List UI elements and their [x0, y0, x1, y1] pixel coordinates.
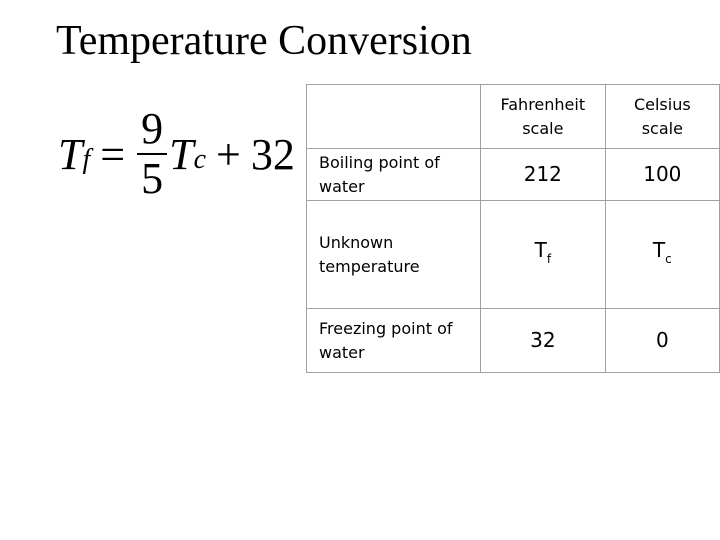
table-row: Freezing point of water 32 0 [306, 308, 720, 373]
conversion-formula: T f = 9 5 T c + 32 [58, 104, 295, 204]
celsius-value: 100 [643, 161, 682, 186]
formula-equals: = [100, 129, 126, 179]
formula-var-subscript: c [193, 144, 207, 175]
table-row: Boiling point of water 212 100 [306, 148, 720, 201]
symbol-subscript: f [546, 252, 552, 266]
header-cell-fahrenheit: Fahrenheit scale [479, 84, 606, 149]
formula-constant: 32 [250, 129, 295, 179]
row-label: Unknown temperature [306, 200, 481, 309]
formula-var: T [169, 129, 194, 179]
fraction-denominator: 5 [141, 154, 164, 203]
formula-fraction: 9 5 [137, 104, 168, 203]
formula-lhs-subscript: f [82, 144, 91, 175]
header-cell-empty [306, 84, 481, 149]
celsius-value: 0 [655, 327, 669, 352]
symbol-subscript: c [665, 252, 672, 266]
celsius-symbol: Tc [652, 238, 672, 266]
table-header-row: Fahrenheit scale Celsius scale [306, 84, 720, 149]
header-fahrenheit-line2: scale [522, 118, 564, 138]
header-celsius-line1: Celsius [633, 94, 691, 114]
fahrenheit-value: 212 [523, 161, 562, 186]
symbol-base: T [534, 238, 547, 262]
formula-lhs: T [58, 129, 83, 179]
fraction-numerator: 9 [141, 104, 164, 153]
fahrenheit-symbol: Tf [534, 238, 551, 266]
row-label: Freezing point of water [306, 308, 481, 373]
page-title: Temperature Conversion [56, 18, 472, 64]
formula-plus: + [216, 129, 241, 179]
table-row: Unknown temperature Tf Tc [306, 200, 720, 309]
header-fahrenheit-line1: Fahrenheit [500, 94, 586, 114]
symbol-base: T [652, 238, 666, 262]
header-cell-celsius: Celsius scale [604, 84, 720, 149]
row-label: Boiling point of water [306, 148, 481, 201]
fahrenheit-value: 32 [530, 327, 556, 352]
conversion-table: Fahrenheit scale Celsius scale Boiling p… [306, 84, 720, 373]
header-celsius-line2: scale [641, 118, 683, 138]
